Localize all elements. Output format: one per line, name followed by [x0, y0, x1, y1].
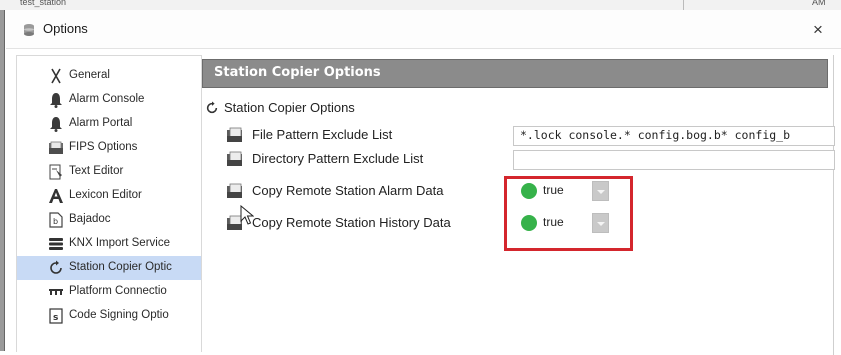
background-window-title: test_station [20, 0, 67, 7]
sidebar-item-label: General [69, 69, 110, 81]
property-tree-root-label: Station Copier Options [224, 100, 355, 115]
sidebar-item-label: Alarm Console [69, 93, 145, 105]
background-clock: AM [812, 0, 826, 7]
property-label: Copy Remote Station Alarm Data [252, 183, 444, 198]
file-pattern-exclude-value: *.lock console.* config.bog.b* config_b [520, 128, 791, 142]
property-label: File Pattern Exclude List [252, 127, 393, 142]
sidebar-item-label: KNX Import Service [69, 237, 170, 249]
mouse-pointer-icon [240, 204, 255, 228]
text-editor-icon [48, 164, 64, 180]
panel-header-title: Station Copier Options [214, 65, 381, 80]
background-window-edge [0, 10, 5, 351]
folder-icon [48, 140, 64, 156]
sidebar-item-code-signing-options[interactable]: s Code Signing Optio [17, 304, 201, 328]
panel-right-border [833, 55, 837, 355]
options-dialog: Options × General Alarm Console Alarm Po… [6, 10, 841, 355]
connection-icon [48, 284, 64, 300]
sidebar-item-general[interactable]: General [17, 64, 201, 88]
property-label: Copy Remote Station History Data [252, 215, 451, 230]
property-folder-icon [226, 151, 244, 170]
sidebar-item-alarm-console[interactable]: Alarm Console [17, 88, 201, 112]
options-app-icon [22, 23, 36, 37]
sidebar-item-knx-import-service[interactable]: KNX Import Service [17, 232, 201, 256]
sidebar-item-label: Bajadoc [69, 213, 111, 225]
sidebar-item-label: Station Copier Optic [69, 261, 172, 273]
sidebar-item-label: Alarm Portal [69, 117, 133, 129]
background-window-strip: test_station AM [0, 0, 841, 10]
sidebar-item-fips-options[interactable]: FIPS Options [17, 136, 201, 160]
svg-text:b: b [53, 217, 58, 226]
copier-icon [48, 260, 64, 276]
property-folder-icon [226, 127, 244, 146]
close-button[interactable]: × [807, 19, 829, 41]
panel-header: Station Copier Options [202, 59, 828, 88]
dialog-titlebar[interactable]: Options × [6, 10, 841, 49]
sidebar-item-alarm-portal[interactable]: Alarm Portal [17, 112, 201, 136]
property-tree-root[interactable]: Station Copier Options [202, 97, 833, 119]
sidebar-item-platform-connections[interactable]: Platform Connectio [17, 280, 201, 304]
sidebar-item-station-copier-options[interactable]: Station Copier Optic [17, 256, 201, 280]
options-sidebar: General Alarm Console Alarm Portal FIPS … [16, 55, 202, 352]
svg-text:s: s [53, 313, 58, 323]
sidebar-item-label: Code Signing Optio [69, 309, 169, 321]
dialog-title: Options [43, 21, 88, 36]
database-icon [48, 236, 64, 252]
wrench-icon [48, 68, 64, 84]
bell-icon [48, 92, 64, 108]
document-icon: b [48, 212, 64, 228]
file-pattern-exclude-input[interactable]: *.lock console.* config.bog.b* config_b [513, 126, 835, 146]
bell-icon [48, 116, 64, 132]
sidebar-item-label: FIPS Options [69, 141, 138, 153]
sidebar-item-bajadoc[interactable]: b Bajadoc [17, 208, 201, 232]
code-signing-icon: s [48, 308, 64, 324]
sidebar-item-text-editor[interactable]: Text Editor [17, 160, 201, 184]
lexicon-icon [48, 188, 64, 204]
highlight-annotation-box [504, 176, 633, 251]
background-divider [683, 0, 684, 10]
directory-pattern-exclude-input[interactable] [513, 150, 835, 170]
sidebar-item-label: Text Editor [69, 165, 124, 177]
property-folder-icon [226, 183, 244, 202]
sidebar-item-label: Lexicon Editor [69, 189, 142, 201]
sidebar-item-label: Platform Connectio [69, 285, 167, 297]
copier-icon [205, 101, 219, 118]
sidebar-item-lexicon-editor[interactable]: Lexicon Editor [17, 184, 201, 208]
property-label: Directory Pattern Exclude List [252, 151, 424, 166]
